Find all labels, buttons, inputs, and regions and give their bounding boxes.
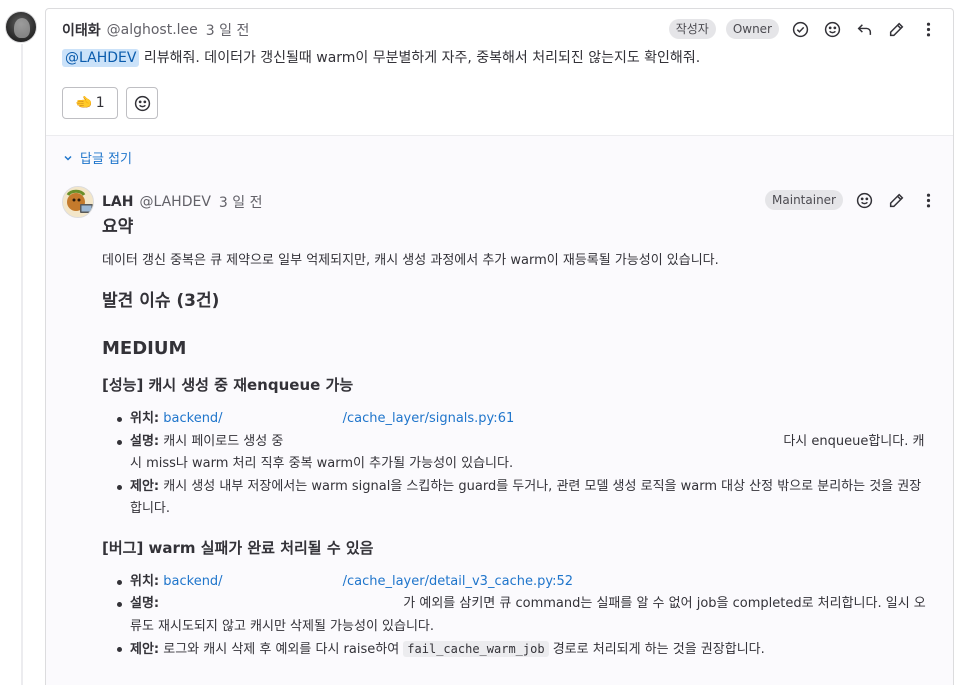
smile-icon <box>134 95 150 111</box>
award-emoji-button[interactable]: 🫲 1 <box>62 87 118 119</box>
maintainer-badge: Maintainer <box>765 190 843 210</box>
suggestion-label: 제안: <box>130 642 160 657</box>
suggestion-text: 캐시 생성 내부 저장에서는 warm signal을 스킵하는 guard를 … <box>130 478 922 517</box>
collapse-replies-toggle[interactable]: 답글 접기 <box>62 148 132 167</box>
suggestion-text-part: 경로로 처리되게 하는 것을 권장합니다. <box>552 642 765 657</box>
pencil-icon[interactable] <box>885 189 907 211</box>
description-label: 설명: <box>130 433 160 449</box>
issue-title: [버그] warm 실패가 완료 처리될 수 있음 <box>102 538 374 557</box>
reply-header: LAH @LAHDEV 3 일 전 <box>102 192 263 212</box>
reply-actions: Maintainer <box>765 189 939 211</box>
inline-code: fail_cache_warm_job <box>403 641 549 657</box>
smile-icon[interactable] <box>853 189 875 211</box>
hand-emoji-icon: 🫲 <box>75 95 93 111</box>
note-actions: 작성자 Owner <box>668 18 939 40</box>
list-item: 설명: 캐시 페이로드 생성 중 다시 enqueue합니다. 캐시 miss나 … <box>102 431 932 476</box>
note-body: @LAHDEV 리뷰해줘. 데이터가 갱신될때 warm이 무분별하게 자주, … <box>62 47 700 67</box>
suggestion-text-part: 로그와 캐시 삭제 후 예외를 다시 raise하여 <box>163 642 400 657</box>
add-reaction-button[interactable] <box>126 87 158 119</box>
author-name[interactable]: LAH <box>102 194 133 210</box>
timeline-line <box>21 44 23 685</box>
issue-title: [성능] 캐시 생성 중 재enqueue 가능 <box>102 376 354 394</box>
note-timestamp[interactable]: 3 일 전 <box>206 20 250 40</box>
list-item: 제안: 로그와 캐시 삭제 후 예외를 다시 raise하여 fail_cach… <box>102 638 932 662</box>
description-label: 설명: <box>130 596 160 611</box>
description-text-part: 캐시 페이로드 생성 중 <box>163 433 284 449</box>
issue-details: 위치: backend//cache_layer/detail_v3_cache… <box>102 571 932 662</box>
reactions-bar: 🫲 1 <box>62 87 158 119</box>
note-header: 이태화 @alghost.lee 3 일 전 <box>62 21 249 39</box>
findings-heading: 발견 이슈 (3건) <box>102 291 220 311</box>
list-item: 위치: backend//cache_layer/detail_v3_cache… <box>102 571 932 594</box>
file-path-link[interactable]: backend//cache_layer/signals.py:61 <box>163 411 514 426</box>
issue-details: 위치: backend//cache_layer/signals.py:61 설… <box>102 408 932 521</box>
more-vertical-icon[interactable] <box>917 189 939 211</box>
note-timestamp[interactable]: 3 일 전 <box>219 192 263 212</box>
avatar[interactable] <box>62 186 94 218</box>
chevron-down-icon <box>64 155 72 161</box>
author-badge: 작성자 <box>668 19 716 39</box>
smile-icon[interactable] <box>821 18 843 40</box>
author-handle[interactable]: @LAHDEV <box>139 194 210 210</box>
reaction-count: 1 <box>95 95 105 111</box>
severity-heading: MEDIUM <box>102 338 187 359</box>
reply-body: 요약 데이터 갱신 중복은 큐 제약으로 일부 억제되지만, 캐시 생성 과정에… <box>102 216 932 678</box>
list-item: 위치: backend//cache_layer/signals.py:61 <box>102 408 932 431</box>
summary-heading: 요약 <box>102 217 134 237</box>
check-circle-icon[interactable] <box>789 18 811 40</box>
description-text: 가 예외를 삼키면 큐 command는 실패를 알 수 없어 job을 com… <box>130 596 926 634</box>
user-mention[interactable]: @LAHDEV <box>62 49 140 67</box>
collapse-replies-label: 답글 접기 <box>80 152 132 167</box>
suggestion-label: 제안: <box>130 478 160 494</box>
avatar[interactable] <box>5 11 37 43</box>
location-label: 위치: <box>130 573 160 589</box>
note-text: 리뷰해줘. 데이터가 갱신될때 warm이 무분별하게 자주, 중복해서 처리되… <box>139 50 701 66</box>
reply-icon[interactable] <box>853 18 875 40</box>
file-path-link[interactable]: backend//cache_layer/detail_v3_cache.py:… <box>163 574 573 589</box>
author-name[interactable]: 이태화 <box>62 20 101 40</box>
replies-section: 답글 접기 LAH @LAHDEV 3 일 전 Maintainer 요약 데이… <box>46 135 953 685</box>
list-item: 제안: 캐시 생성 내부 저장에서는 warm signal을 스킵하는 gua… <box>102 476 932 521</box>
owner-badge: Owner <box>725 19 779 39</box>
location-label: 위치: <box>130 411 160 426</box>
pencil-icon[interactable] <box>885 18 907 40</box>
summary-text: 데이터 갱신 중복은 큐 제약으로 일부 억제되지만, 캐시 생성 과정에서 추… <box>102 253 719 268</box>
more-vertical-icon[interactable] <box>917 18 939 40</box>
list-item: 설명: 가 예외를 삼키면 큐 command는 실패를 알 수 없어 job을… <box>102 593 932 638</box>
discussion-note: 이태화 @alghost.lee 3 일 전 작성자 Owner @LAHDEV… <box>45 8 954 685</box>
author-handle[interactable]: @alghost.lee <box>107 22 198 38</box>
